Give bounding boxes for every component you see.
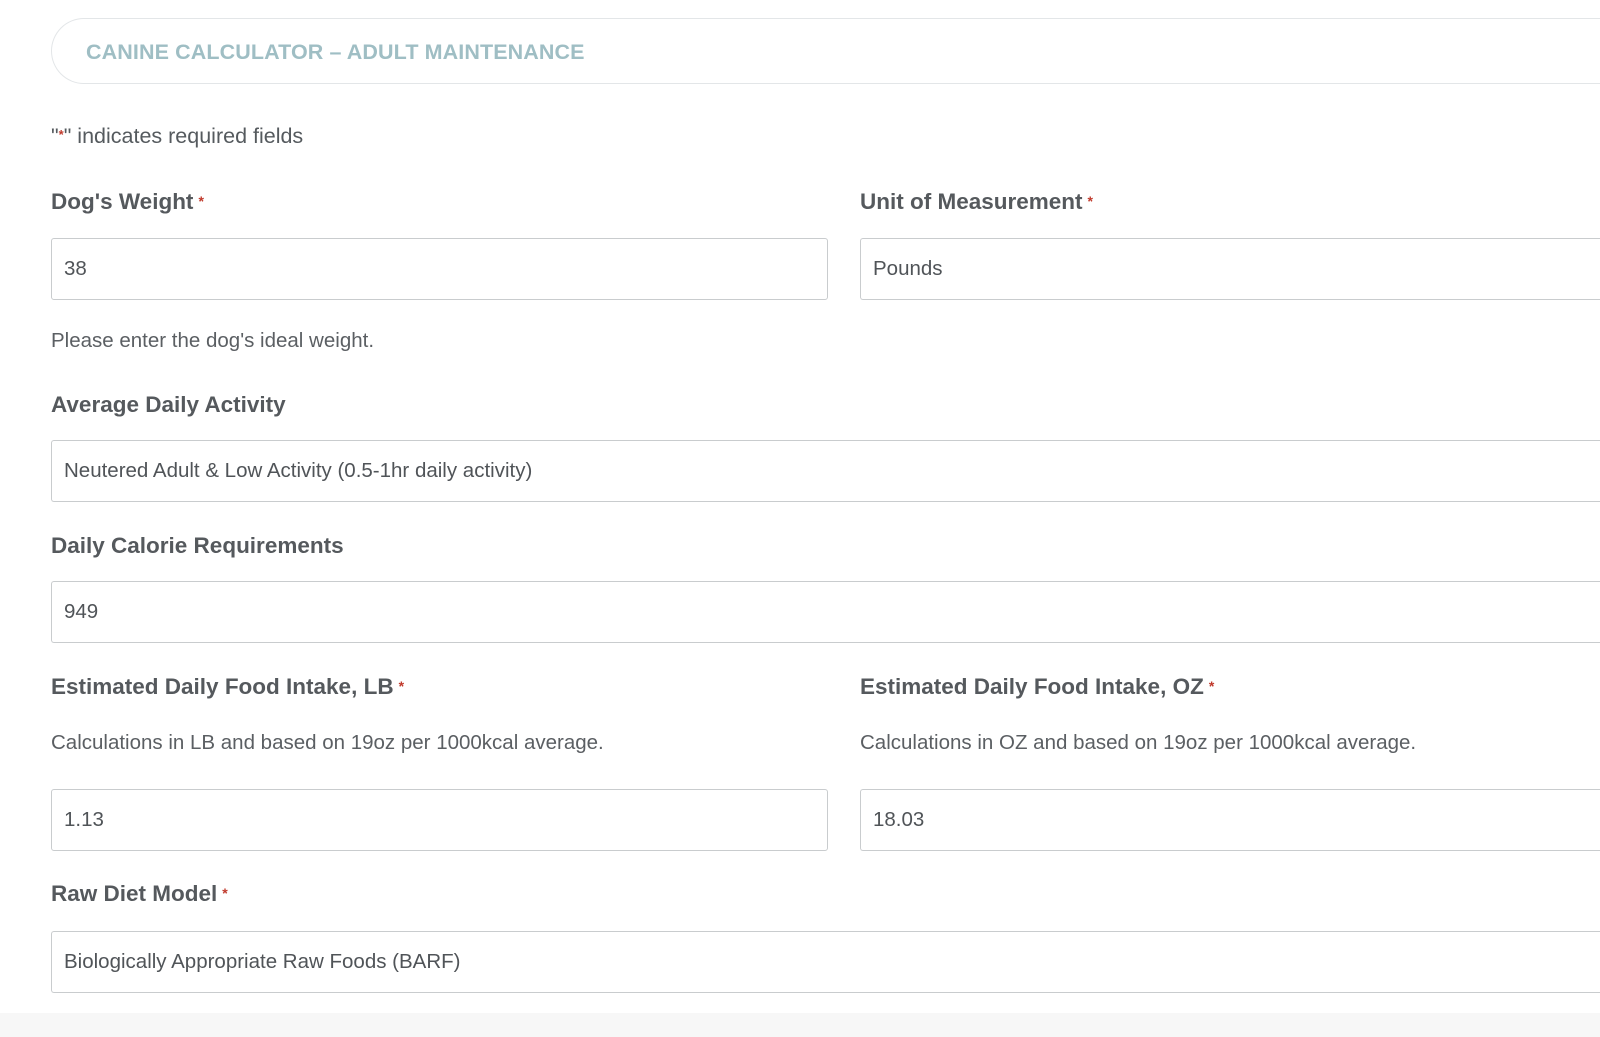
intake-lb-required-icon: * [398, 678, 405, 694]
calories-value: 949 [64, 600, 99, 623]
unit-select[interactable]: Pounds [860, 238, 1600, 300]
dog-weight-input[interactable]: 38 [51, 238, 828, 300]
activity-label-text: Average Daily Activity [51, 392, 286, 417]
raw-diet-required-icon: * [222, 885, 228, 901]
dog-weight-label-text: Dog's Weight [51, 189, 194, 214]
required-note-text: " indicates required fields [63, 124, 304, 148]
unit-label-text: Unit of Measurement [860, 189, 1083, 214]
intake-lb-description: Calculations in LB and based on 19oz per… [51, 731, 604, 754]
intake-oz-label-text: Estimated Daily Food Intake, OZ [860, 674, 1204, 699]
intake-oz-input[interactable]: 18.03 [860, 789, 1600, 851]
unit-label: Unit of Measurement * [860, 189, 1093, 215]
dog-weight-value: 38 [64, 257, 87, 280]
calories-label-text: Daily Calorie Requirements [51, 533, 344, 558]
dog-weight-description: Please enter the dog's ideal weight. [51, 329, 375, 352]
required-star-icon: * [58, 127, 64, 142]
intake-lb-input[interactable]: 1.13 [51, 789, 828, 851]
activity-select[interactable]: Neutered Adult & Low Activity (0.5-1hr d… [51, 440, 1600, 502]
unit-required-icon: * [1087, 193, 1093, 209]
form-title-bar: CANINE CALCULATOR – ADULT MAINTENANCE [51, 18, 1600, 84]
required-note-quote-open: " [51, 124, 59, 148]
activity-label: Average Daily Activity [51, 392, 286, 418]
form-title: CANINE CALCULATOR – ADULT MAINTENANCE [86, 40, 585, 64]
raw-diet-label-text: Raw Diet Model [51, 881, 218, 906]
intake-lb-label-text: Estimated Daily Food Intake, LB [51, 674, 394, 699]
intake-oz-label: Estimated Daily Food Intake, OZ * [860, 674, 1214, 700]
intake-oz-value: 18.03 [873, 808, 925, 831]
required-fields-note: "*" indicates required fields [51, 124, 303, 149]
intake-oz-required-icon: * [1208, 678, 1215, 694]
calories-label: Daily Calorie Requirements [51, 533, 344, 559]
raw-diet-value: Biologically Appropriate Raw Foods (BARF… [64, 950, 461, 973]
intake-lb-label: Estimated Daily Food Intake, LB * [51, 674, 404, 700]
intake-oz-description: Calculations in OZ and based on 19oz per… [860, 731, 1417, 754]
dog-weight-label: Dog's Weight * [51, 189, 204, 215]
dog-weight-required-icon: * [198, 193, 204, 209]
page-bottom-strip [0, 1013, 1600, 1037]
calories-input[interactable]: 949 [51, 581, 1600, 643]
raw-diet-label: Raw Diet Model * [51, 881, 228, 907]
unit-value: Pounds [873, 257, 943, 280]
intake-lb-value: 1.13 [64, 808, 104, 831]
activity-value: Neutered Adult & Low Activity (0.5-1hr d… [64, 459, 533, 482]
raw-diet-select[interactable]: Biologically Appropriate Raw Foods (BARF… [51, 931, 1600, 993]
